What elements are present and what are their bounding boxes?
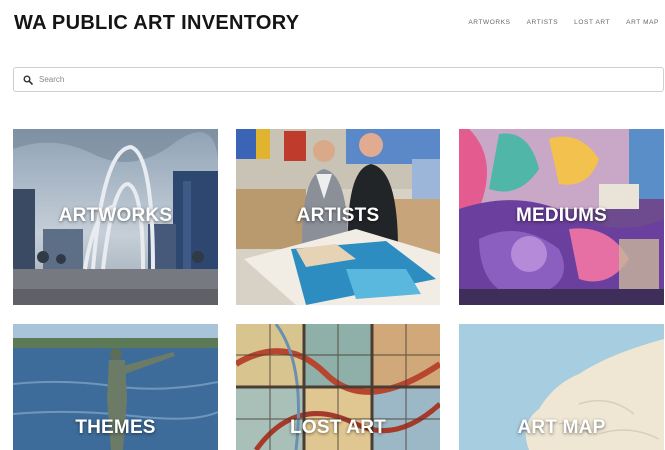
nav-link-art-map[interactable]: ART MAP: [626, 19, 659, 26]
tile-themes[interactable]: THEMES: [13, 324, 218, 450]
tile-mediums[interactable]: MEDIUMS: [459, 129, 664, 305]
main-nav: ARTWORKS ARTISTS LOST ART ART MAP: [468, 19, 659, 26]
nav-link-artworks[interactable]: ARTWORKS: [468, 19, 510, 26]
search-bar[interactable]: [13, 67, 664, 92]
search-icon: [23, 75, 33, 85]
tile-label: ARTISTS: [296, 205, 380, 226]
site-title[interactable]: WA PUBLIC ART INVENTORY: [14, 12, 299, 35]
tile-label: THEMES: [75, 417, 156, 438]
nav-link-lost-art[interactable]: LOST ART: [574, 19, 610, 26]
tile-label: ARTWORKS: [58, 205, 173, 226]
tile-artists[interactable]: ARTISTS: [236, 129, 440, 305]
site-header: WA PUBLIC ART INVENTORY ARTWORKS ARTISTS…: [0, 0, 665, 60]
tile-label: ART MAP: [517, 417, 606, 438]
tile-label: MEDIUMS: [515, 205, 608, 226]
search-input[interactable]: [39, 75, 639, 84]
tile-lost-art[interactable]: LOST ART: [236, 324, 440, 450]
nav-link-artists[interactable]: ARTISTS: [527, 19, 559, 26]
tile-art-map[interactable]: ART MAP: [459, 324, 664, 450]
tile-label: LOST ART: [290, 417, 386, 438]
tile-artworks[interactable]: ARTWORKS: [13, 129, 218, 305]
